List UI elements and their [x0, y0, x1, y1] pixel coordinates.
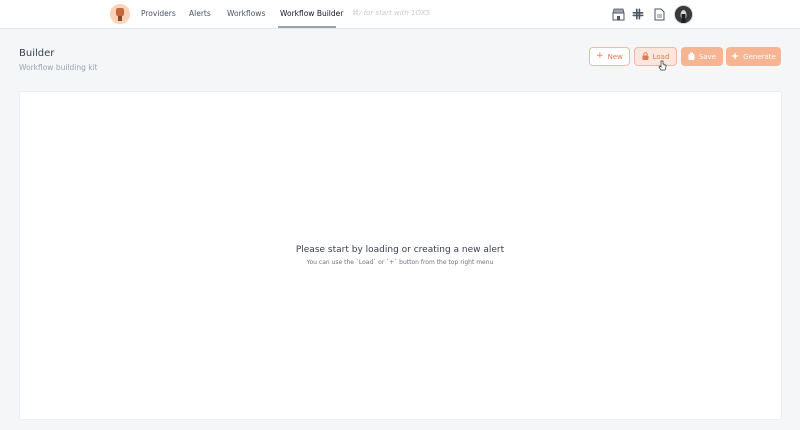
user-avatar[interactable]: [674, 5, 693, 24]
plus-icon: +: [596, 51, 604, 61]
new-button[interactable]: + New: [589, 47, 630, 66]
app-logo-icon[interactable]: [108, 2, 132, 26]
storefront-icon[interactable]: [610, 6, 626, 22]
save-button[interactable]: Save: [681, 47, 723, 66]
save-button-label: Save: [698, 52, 717, 61]
empty-state-title: Please start by loading or creating a ne…: [295, 245, 505, 255]
slack-icon[interactable]: [630, 6, 646, 22]
load-button[interactable]: Load: [634, 47, 677, 66]
save-icon: [688, 52, 695, 62]
command-hint[interactable]: ⌘/ for start with 1OX5: [352, 9, 430, 17]
page-subtitle: Workflow building kit: [19, 63, 98, 72]
mouse-cursor-icon: [658, 57, 668, 71]
empty-state-subtitle: You can use the `Load` or `+` button fro…: [306, 259, 494, 266]
lock-icon: [642, 51, 649, 62]
top-navbar: Providers Alerts Workflows Workflow Buil…: [0, 0, 800, 29]
generate-button[interactable]: Generate: [726, 47, 781, 66]
nav-item-alerts[interactable]: Alerts: [189, 9, 211, 18]
workflow-canvas[interactable]: [19, 91, 782, 420]
active-tab-indicator: [278, 26, 336, 28]
nav-item-workflows[interactable]: Workflows: [227, 9, 265, 18]
docs-icon[interactable]: [651, 6, 667, 22]
nav-item-workflow-builder[interactable]: Workflow Builder: [280, 9, 343, 18]
page-title: Builder: [19, 48, 55, 59]
nav-item-providers[interactable]: Providers: [141, 9, 176, 18]
sparkle-icon: [731, 51, 740, 62]
new-button-label: New: [607, 52, 623, 61]
generate-button-label: Generate: [743, 52, 776, 61]
